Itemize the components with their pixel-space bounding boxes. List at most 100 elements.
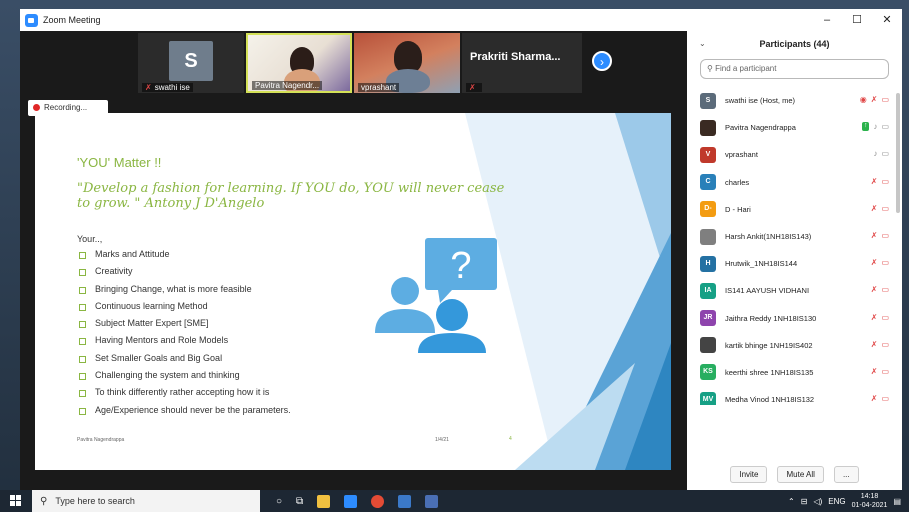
participant-name: vprashant [725,150,758,160]
taskbar-search-input[interactable]: ⚲ Type here to search [32,490,260,512]
list-item: Marks and Attitude [77,246,291,263]
chevron-up-icon[interactable]: ⌃ [788,497,795,506]
next-videos-button[interactable]: › [592,51,612,71]
file-explorer-icon[interactable] [317,494,331,508]
participant-status-icons: ♪ ▭ [873,149,889,158]
taskbar-apps: ○ ⧉ [276,494,439,508]
video-tile-pavitra[interactable]: Pavitra Nagendr... [246,33,352,93]
avatar: IA [700,282,716,299]
chevron-down-icon[interactable]: ⌄ [699,31,706,57]
participant-name: kartik bhinge 1NH19IS402 [725,340,813,350]
list-item: Creativity [77,263,291,280]
mic-icon[interactable]: ♪ [873,149,877,158]
participant-row[interactable]: KS keerthi shree 1NH18IS135 ✗ ▭ [687,359,895,386]
recording-icon: ◉ [859,95,867,104]
cortana-icon[interactable]: ○ [276,496,282,507]
participant-row[interactable]: Harsh Ankit(1NH18IS143) ✗ ▭ [687,223,895,250]
notification-icon[interactable]: ▤ [893,497,901,506]
mic-muted-icon[interactable]: ✗ [871,204,878,213]
mic-muted-icon[interactable]: ✗ [871,95,878,104]
app-icon[interactable] [425,494,439,508]
volume-icon[interactable]: ◁) [813,497,822,506]
video-off-icon[interactable]: ▭ [881,285,889,294]
avatar [700,337,716,354]
participant-row[interactable]: D- D - Hari ✗ ▭ [687,196,895,223]
participant-row[interactable]: kartik bhinge 1NH19IS402 ✗ ▭ [687,332,895,359]
video-name: ✗ swathi ise [142,83,193,92]
participant-search-input[interactable]: ⚲ Find a participant [700,59,889,79]
participant-status-icons: ✗ ▭ [871,258,889,267]
mic-muted-icon[interactable]: ✗ [871,313,878,322]
participant-row[interactable]: H Hrutwik_1NH18IS144 ✗ ▭ [687,250,895,277]
participant-row[interactable]: Vvprashant ♪ ▭ [687,141,895,168]
mic-muted-icon[interactable]: ✗ [871,258,878,267]
video-off-icon[interactable]: ▭ [881,231,889,240]
mic-muted-icon[interactable]: ✗ [871,367,878,376]
participant-row[interactable]: IA IS141 AAYUSH VIDHANI ✗ ▭ [687,277,895,304]
participant-name: swathi ise (Host, me) [725,96,796,106]
zoom-window: Zoom Meeting – ☐ ✕ S ✗ swathi ise Pavitra… [20,9,902,490]
participant-row[interactable]: MV Medha Vinod 1NH18IS132 ✗ ▭ [687,386,895,405]
video-icon[interactable]: ▭ [881,122,889,131]
participant-name: IS141 AAYUSH VIDHANI [725,286,810,296]
participant-name: charles [725,177,750,187]
participant-status-icons: ✗ ▭ [871,313,889,322]
minimize-button[interactable]: – [812,9,842,31]
chrome-icon[interactable] [371,494,385,508]
slide-bullets: Marks and Attitude Creativity Bringing C… [77,246,291,419]
clock[interactable]: 14:18 01-04-2021 [852,492,888,510]
video-off-icon[interactable]: ▭ [881,95,889,104]
participants-header: ⌄ Participants (44) [687,31,902,57]
list-item: Set Smaller Goals and Big Goal [77,350,291,367]
store-icon[interactable] [398,494,412,508]
video-off-icon[interactable]: ▭ [881,394,889,403]
avatar: S [700,92,716,109]
video-off-icon[interactable]: ▭ [881,177,889,186]
participant-name: D - Hari [725,204,751,214]
video-off-icon[interactable]: ▭ [881,204,889,213]
chevron-right-icon: › [600,55,604,69]
video-off-icon[interactable]: ▭ [881,340,889,349]
video-off-icon[interactable]: ▭ [881,258,889,267]
mic-muted-icon: ✗ [145,83,152,92]
participant-row[interactable]: Pavitra Nagendrappa ↑ ♪ ▭ [687,114,895,141]
invite-button[interactable]: Invite [730,465,768,483]
mic-icon[interactable]: ♪ [873,122,877,131]
zoom-taskbar-icon[interactable] [344,494,358,508]
close-button[interactable]: ✕ [872,9,902,31]
participant-row[interactable]: Sswathi ise (Host, me) ◉ ✗ ▭ [687,87,895,114]
video-tile-swathi[interactable]: S ✗ swathi ise [138,33,244,93]
participant-row[interactable]: Ccharles ✗ ▭ [687,169,895,196]
avatar [700,119,716,136]
mic-muted-icon[interactable]: ✗ [871,394,878,403]
language-indicator[interactable]: ENG [828,497,845,506]
avatar: KS [700,364,716,381]
video-strip: S ✗ swathi ise Pavitra Nagendr... vprasha… [138,33,612,93]
video-tile-prakriti[interactable]: Prakriti Sharma... ✗ [462,33,582,93]
taskbar: ⚲ Type here to search ○ ⧉ ⌃ ⊟ ◁) ENG 14:… [0,490,909,512]
participant-status-icons: ↑ ♪ ▭ [861,122,889,132]
participants-scrollbar[interactable] [896,93,900,213]
mute-all-button[interactable]: Mute All [777,465,824,483]
mic-muted-icon[interactable]: ✗ [871,177,878,186]
video-tile-vprashant[interactable]: vprashant [354,33,460,93]
slide-quote: "Develop a fashion for learning. If YOU … [77,181,505,211]
maximize-button[interactable]: ☐ [842,9,872,31]
participant-row[interactable]: JR Jaithra Reddy 1NH18IS130 ✗ ▭ [687,305,895,332]
task-view-icon[interactable]: ⧉ [296,496,303,507]
video-icon[interactable]: ▭ [881,149,889,158]
participants-footer: Invite Mute All ... [687,462,902,486]
mic-muted-icon[interactable]: ✗ [871,340,878,349]
video-off-icon[interactable]: ▭ [881,313,889,322]
participant-name: Medha Vinod 1NH18IS132 [725,395,815,405]
clock-date: 01-04-2021 [851,502,888,509]
participant-status-icons: ✗ ▭ [871,367,889,376]
network-icon[interactable]: ⊟ [801,497,808,506]
windows-start-icon[interactable] [0,490,32,512]
video-off-icon[interactable]: ▭ [881,367,889,376]
more-button[interactable]: ... [833,465,859,483]
mic-muted-icon[interactable]: ✗ [871,231,878,240]
mic-muted-icon[interactable]: ✗ [871,285,878,294]
avatar: D- [700,201,716,218]
avatar: V [700,146,716,163]
